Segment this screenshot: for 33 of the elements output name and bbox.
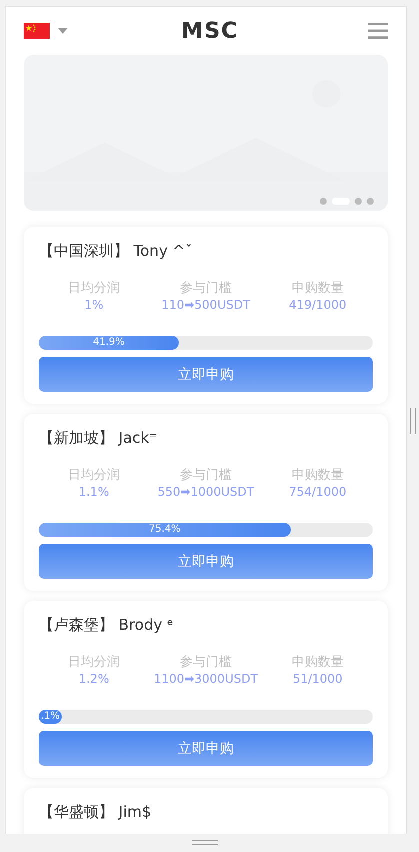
- progress-percent: 75.4%: [149, 523, 181, 537]
- stat-value: 1.2%: [78, 672, 110, 686]
- stat-label: 日均分润: [68, 280, 120, 297]
- stat-value: 51/1000: [292, 672, 343, 686]
- stat-value: 419/1000: [289, 298, 347, 312]
- product-title: 【中国深圳】 Tony ^ˇ: [39, 241, 194, 262]
- product-title: 【华盛顿】 Jim$: [39, 802, 153, 823]
- progress-percent: 41.9%: [93, 336, 125, 350]
- stat-label: 申购数量: [292, 280, 344, 297]
- subscribe-button[interactable]: 立即申购: [39, 357, 373, 392]
- china-flag-icon[interactable]: [24, 23, 50, 39]
- stat-label: 日均分润: [68, 467, 120, 484]
- product-title: 【卢森堡】 Brody ᵉ: [39, 615, 174, 636]
- stat-value: 110➡500USDT: [162, 298, 250, 312]
- handle-icon[interactable]: [192, 840, 218, 846]
- stat-label: 参与门槛: [180, 467, 232, 484]
- stat-label: 参与门槛: [180, 654, 232, 671]
- subscribe-button[interactable]: 立即申购: [39, 544, 373, 579]
- stat-value: 1%: [84, 298, 104, 312]
- menu-icon[interactable]: [368, 23, 388, 39]
- stat-value: 550➡1000USDT: [158, 485, 254, 499]
- product-title: 【新加坡】 Jack⁼: [39, 428, 158, 449]
- subscribe-button[interactable]: 立即申购: [39, 731, 373, 766]
- stat-value: 1100➡3000USDT: [154, 672, 258, 686]
- scrollbar-handle[interactable]: [410, 408, 416, 434]
- stat-label: 申购数量: [292, 467, 344, 484]
- logo: MSC: [182, 18, 238, 44]
- stat-value: 754/1000: [289, 485, 347, 499]
- caret-icon[interactable]: [58, 28, 68, 34]
- stat-value: 1.1%: [78, 485, 110, 499]
- stat-label: 日均分润: [68, 654, 120, 671]
- stat-label: 申购数量: [292, 654, 344, 671]
- stat-label: 参与门槛: [180, 280, 232, 297]
